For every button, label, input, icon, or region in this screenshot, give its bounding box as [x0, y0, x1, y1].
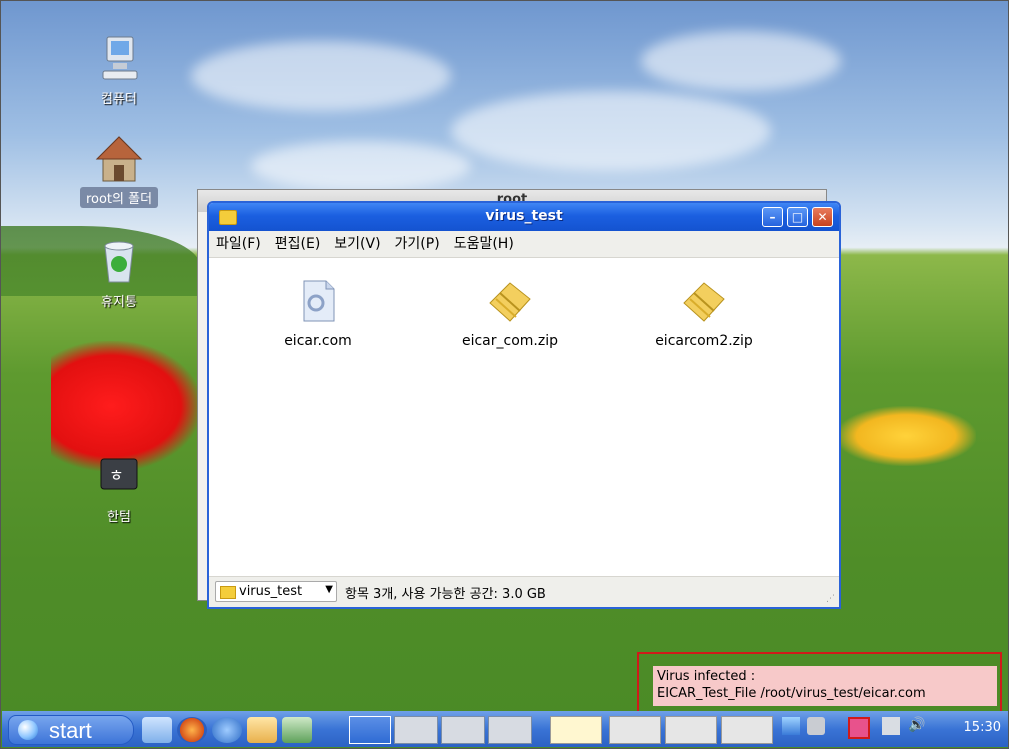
clock: 15:30 — [963, 720, 1001, 735]
menu-go[interactable]: 가기(P) — [388, 231, 447, 257]
taskbar-task[interactable] — [609, 716, 661, 744]
desktop-switcher[interactable] — [441, 716, 485, 744]
cloud — [451, 91, 771, 171]
file-item[interactable]: eicarcom2.zip — [639, 277, 769, 349]
desktop-icon-computer[interactable]: 컴퓨터 — [64, 33, 174, 108]
cloud — [641, 31, 841, 91]
file-name: eicar.com — [284, 333, 352, 349]
document-icon — [294, 277, 342, 325]
zip-archive-icon — [486, 277, 534, 325]
file-name: eicar_com.zip — [461, 333, 558, 349]
tray-app-icon[interactable] — [782, 717, 800, 735]
file-item[interactable]: eicar.com — [253, 277, 383, 349]
location-dropdown[interactable]: virus_test ▼ — [215, 581, 337, 602]
desktop-icon-trash[interactable]: 휴지통 — [64, 236, 174, 311]
printer-icon[interactable] — [807, 717, 825, 735]
taskbar-task-folder[interactable] — [550, 716, 602, 744]
window-title: virus_test — [485, 208, 563, 224]
notification-line1: Virus infected : — [657, 669, 756, 684]
desktop-switcher[interactable] — [488, 716, 532, 744]
desktop-icon-label: 한텀 — [107, 510, 131, 525]
start-label: start — [49, 718, 92, 743]
taskbar-task[interactable] — [665, 716, 717, 744]
folder-icon — [220, 586, 236, 599]
yellow-scarf — [836, 406, 976, 466]
terminal-icon: ㅎ — [93, 451, 145, 503]
messenger-icon[interactable] — [247, 717, 277, 743]
desktop-icon-terminal[interactable]: ㅎ 한텀 — [64, 451, 174, 526]
start-button[interactable]: start — [8, 715, 134, 745]
menu-edit[interactable]: 편집(E) — [268, 231, 328, 257]
menu-bar: 파일(F) 편집(E) 보기(V) 가기(P) 도움말(H) — [209, 231, 839, 258]
taskbar-task[interactable] — [721, 716, 773, 744]
zip-archive-icon — [680, 277, 728, 325]
start-orb-icon — [18, 720, 38, 740]
taskbar: start 🔊 15:30 — [2, 711, 1008, 747]
minimize-button[interactable]: – — [762, 207, 783, 227]
trash-icon — [93, 236, 145, 288]
desktop-icon-label: root의 폴더 — [79, 187, 159, 208]
virus-notification[interactable]: Virus infected : EICAR_Test_File /root/v… — [637, 652, 1002, 720]
network-icon[interactable] — [882, 717, 900, 735]
file-manager-window[interactable]: virus_test – □ ✕ 파일(F) 편집(E) 보기(V) 가기(P) 도움말… — [207, 201, 841, 609]
home-folder-icon — [93, 133, 145, 185]
location-value: virus_test — [239, 584, 303, 599]
desktop-switcher[interactable] — [394, 716, 438, 744]
antivirus-icon[interactable] — [848, 717, 870, 739]
desktop-switcher-active[interactable] — [349, 716, 391, 744]
menu-file[interactable]: 파일(F) — [209, 231, 268, 257]
volume-icon[interactable]: 🔊 — [908, 717, 926, 735]
desktop-icon-root-folder[interactable]: root의 폴더 — [64, 133, 174, 208]
status-bar: virus_test ▼ 항목 3개, 사용 가능한 공간: 3.0 GB ⋰ — [209, 576, 839, 607]
resize-grip-icon[interactable]: ⋰ — [826, 594, 836, 604]
desktop-icon-label: 컴퓨터 — [101, 92, 137, 107]
menu-view[interactable]: 보기(V) — [327, 231, 387, 257]
chevron-down-icon: ▼ — [325, 584, 333, 595]
desktop-icon-label: 휴지통 — [101, 295, 137, 310]
menu-help[interactable]: 도움말(H) — [447, 231, 521, 257]
status-text: 항목 3개, 사용 가능한 공간: 3.0 GB — [345, 587, 546, 602]
file-item[interactable]: eicar_com.zip — [445, 277, 575, 349]
maximize-button[interactable]: □ — [787, 207, 808, 227]
computer-icon — [93, 33, 145, 85]
file-view: eicar.com eicar_com.zip eicarcom2.zip — [209, 259, 839, 577]
notification-bubble: Virus infected : EICAR_Test_File /root/v… — [653, 666, 997, 706]
notification-line2: EICAR_Test_File /root/virus_test/eicar.c… — [657, 686, 926, 701]
firefox-icon[interactable] — [177, 717, 207, 743]
cloud — [251, 141, 471, 191]
notepad-icon[interactable] — [282, 717, 312, 743]
svg-text:ㅎ: ㅎ — [109, 466, 124, 485]
cloud — [191, 41, 451, 111]
image-viewer-icon[interactable] — [142, 717, 172, 743]
close-button[interactable]: ✕ — [812, 207, 833, 227]
file-name: eicarcom2.zip — [655, 333, 753, 349]
window-titlebar[interactable]: virus_test – □ ✕ — [209, 203, 839, 231]
network-browser-icon[interactable] — [212, 717, 242, 743]
desktop: 컴퓨터 root의 폴더 휴지통 ㅎ 한텀 root virus_test – … — [0, 0, 1009, 749]
